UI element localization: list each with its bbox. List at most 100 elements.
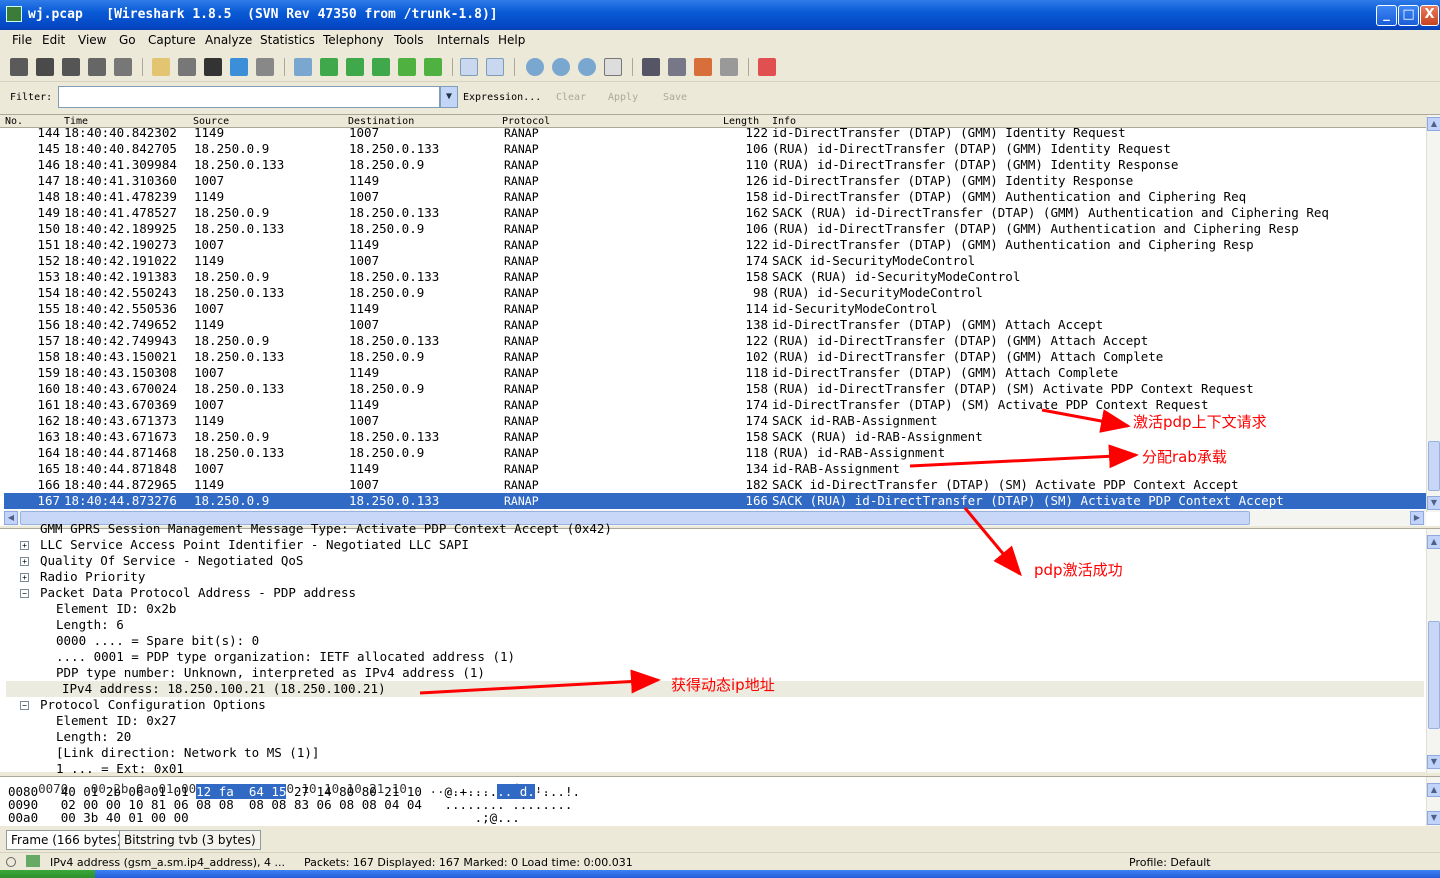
menu-telephony[interactable]: Telephony	[323, 33, 384, 47]
zoom-out-icon[interactable]	[552, 58, 570, 76]
detail-line[interactable]: − Packet Data Protocol Address - PDP addr…	[0, 585, 1426, 601]
apply-button[interactable]: Apply	[608, 92, 638, 103]
detail-line[interactable]: + Radio Priority	[0, 569, 1426, 585]
start-capture-icon[interactable]	[62, 58, 80, 76]
column-source[interactable]: Source	[193, 116, 229, 127]
packet-row[interactable]: 149 18:40:41.478527 18.250.0.9 18.250.0.133…	[4, 205, 1426, 221]
tab-bitstring[interactable]: Bitstring tvb (3 bytes)	[119, 830, 261, 850]
status-profile[interactable]: Profile: Default	[1129, 856, 1211, 869]
column-destination[interactable]: Destination	[348, 116, 414, 127]
packet-row[interactable]: 160 18:40:43.670024 18.250.0.133 18.250.0.9…	[4, 381, 1426, 397]
packet-row[interactable]: 144 18:40:40.842302 1149 1007 RANAP 122 id-Dir…	[4, 128, 1426, 141]
menu-file[interactable]: File	[12, 33, 32, 47]
packet-row[interactable]: 159 18:40:43.150308 1007 1149 RANAP 118 id-Dir…	[4, 365, 1426, 381]
wireshark-app-icon[interactable]	[6, 6, 22, 22]
packet-row[interactable]: 152 18:40:42.191022 1149 1007 RANAP 174 SACK i…	[4, 253, 1426, 269]
detail-line[interactable]: + LLC Service Access Point Identifier - N…	[0, 537, 1426, 553]
details-scrollbar[interactable]: ▲ ▼	[1426, 529, 1440, 773]
maximize-button[interactable]: □	[1398, 5, 1419, 26]
packet-row[interactable]: 153 18:40:42.191383 18.250.0.9 18.250.0.133…	[4, 269, 1426, 285]
scroll-thumb[interactable]	[1428, 621, 1440, 729]
collapse-icon[interactable]: −	[20, 701, 29, 710]
menu-edit[interactable]: Edit	[42, 33, 65, 47]
capture-options-icon[interactable]	[36, 58, 54, 76]
minimize-button[interactable]: _	[1376, 5, 1397, 26]
menu-view[interactable]: View	[78, 33, 106, 47]
expand-icon[interactable]: +	[20, 573, 29, 582]
chevron-down-icon[interactable]: ▼	[440, 86, 458, 108]
capture-filters-icon[interactable]	[642, 58, 660, 76]
packet-row[interactable]: 154 18:40:42.550243 18.250.0.133 18.250.0.9…	[4, 285, 1426, 301]
packet-row[interactable]: 151 18:40:42.190273 1007 1149 RANAP 122 id-Dir…	[4, 237, 1426, 253]
packet-row[interactable]: 158 18:40:43.150021 18.250.0.133 18.250.0.9…	[4, 349, 1426, 365]
print-icon[interactable]	[256, 58, 274, 76]
packet-row[interactable]: 146 18:40:41.309984 18.250.0.133 18.250.0.9…	[4, 157, 1426, 173]
close-file-icon[interactable]	[204, 58, 222, 76]
save-file-icon[interactable]	[178, 58, 196, 76]
scroll-down-icon[interactable]: ▼	[1427, 755, 1440, 769]
detail-line[interactable]: [Link direction: Network to MS (1)]	[0, 745, 1426, 761]
menu-go[interactable]: Go	[119, 33, 136, 47]
expert-info-icon[interactable]	[6, 857, 16, 867]
collapse-icon[interactable]: −	[20, 589, 29, 598]
clear-button[interactable]: Clear	[556, 92, 586, 103]
packet-row[interactable]: 147 18:40:41.310360 1007 1149 RANAP 126 id-Dir…	[4, 173, 1426, 189]
expression-button[interactable]: Expression...	[463, 92, 541, 103]
detail-line[interactable]: Element ID: 0x2b	[0, 601, 1426, 617]
go-first-icon[interactable]	[398, 58, 416, 76]
display-filters-icon[interactable]	[668, 58, 686, 76]
packet-row[interactable]: 150 18:40:42.189925 18.250.0.133 18.250.0.9…	[4, 221, 1426, 237]
stop-capture-icon[interactable]	[88, 58, 106, 76]
tab-frame[interactable]: Frame (166 bytes)	[6, 830, 127, 850]
capture-comment-icon[interactable]	[26, 855, 40, 867]
go-back-icon[interactable]	[320, 58, 338, 76]
detail-line[interactable]: 0000 .... = Spare bit(s): 0	[0, 633, 1426, 649]
go-last-icon[interactable]	[424, 58, 442, 76]
start-button[interactable]	[0, 870, 95, 878]
reload-icon[interactable]	[230, 58, 248, 76]
packet-row[interactable]: 166 18:40:44.872965 1149 1007 RANAP 182 SACK i…	[4, 477, 1426, 493]
packet-row[interactable]: 148 18:40:41.478239 1149 1007 RANAP 158 id-Dir…	[4, 189, 1426, 205]
menu-analyze[interactable]: Analyze	[205, 33, 252, 47]
menu-help[interactable]: Help	[498, 33, 525, 47]
scroll-up-icon[interactable]: ▲	[1427, 783, 1440, 797]
menu-capture[interactable]: Capture	[148, 33, 196, 47]
packet-row[interactable]: 157 18:40:42.749943 18.250.0.9 18.250.0.133…	[4, 333, 1426, 349]
scroll-down-icon[interactable]: ▼	[1427, 811, 1440, 825]
save-button[interactable]: Save	[663, 92, 687, 103]
preferences-icon[interactable]	[720, 58, 738, 76]
packet-row[interactable]: 155 18:40:42.550536 1007 1149 RANAP 114 id-Sec…	[4, 301, 1426, 317]
detail-line[interactable]: − Protocol Configuration Options	[0, 697, 1426, 713]
detail-line[interactable]: GMM GPRS Session Management Message Type…	[0, 521, 1426, 537]
expand-icon[interactable]: +	[20, 541, 29, 550]
zoom-in-icon[interactable]	[526, 58, 544, 76]
column-no[interactable]: No.	[5, 116, 23, 127]
packet-row[interactable]: 145 18:40:40.842705 18.250.0.9 18.250.0.133…	[4, 141, 1426, 157]
hex-line-00a0[interactable]: 00a0 00 3b 40 01 00 00 .;@...	[8, 811, 520, 824]
restart-capture-icon[interactable]	[114, 58, 132, 76]
packet-row[interactable]: 156 18:40:42.749652 1149 1007 RANAP 138 id-Dir…	[4, 317, 1426, 333]
hex-line-0070[interactable]: 0070 00 2b 0a 01 00 1a 00 28 00 10 10 10…	[8, 777, 550, 795]
go-forward-icon[interactable]	[346, 58, 364, 76]
resize-columns-icon[interactable]	[604, 58, 622, 76]
menu-tools[interactable]: Tools	[394, 33, 424, 47]
detail-line[interactable]: Element ID: 0x27	[0, 713, 1426, 729]
detail-line[interactable]: Length: 6	[0, 617, 1426, 633]
normal-size-icon[interactable]	[578, 58, 596, 76]
column-length[interactable]: Length	[723, 116, 759, 127]
column-info[interactable]: Info	[772, 116, 796, 127]
filter-input[interactable]	[58, 86, 440, 108]
scroll-up-icon[interactable]: ▲	[1427, 117, 1440, 131]
interfaces-icon[interactable]	[10, 58, 28, 76]
scroll-thumb[interactable]	[1428, 441, 1440, 491]
detail-line[interactable]: + Quality Of Service - Negotiated QoS	[0, 553, 1426, 569]
scroll-down-icon[interactable]: ▼	[1427, 496, 1440, 510]
detail-line[interactable]: .... 0001 = PDP type organization: IETF …	[0, 649, 1426, 665]
hex-scrollbar[interactable]: ▲ ▼	[1426, 777, 1440, 826]
help-icon[interactable]	[758, 58, 776, 76]
packet-list-scrollbar[interactable]: ▲ ▼	[1426, 115, 1440, 512]
open-file-icon[interactable]	[152, 58, 170, 76]
column-protocol[interactable]: Protocol	[502, 116, 550, 127]
packet-row[interactable]: 167 18:40:44.873276 18.250.0.9 18.250.0.133…	[4, 493, 1426, 509]
coloring-rules-icon[interactable]	[694, 58, 712, 76]
